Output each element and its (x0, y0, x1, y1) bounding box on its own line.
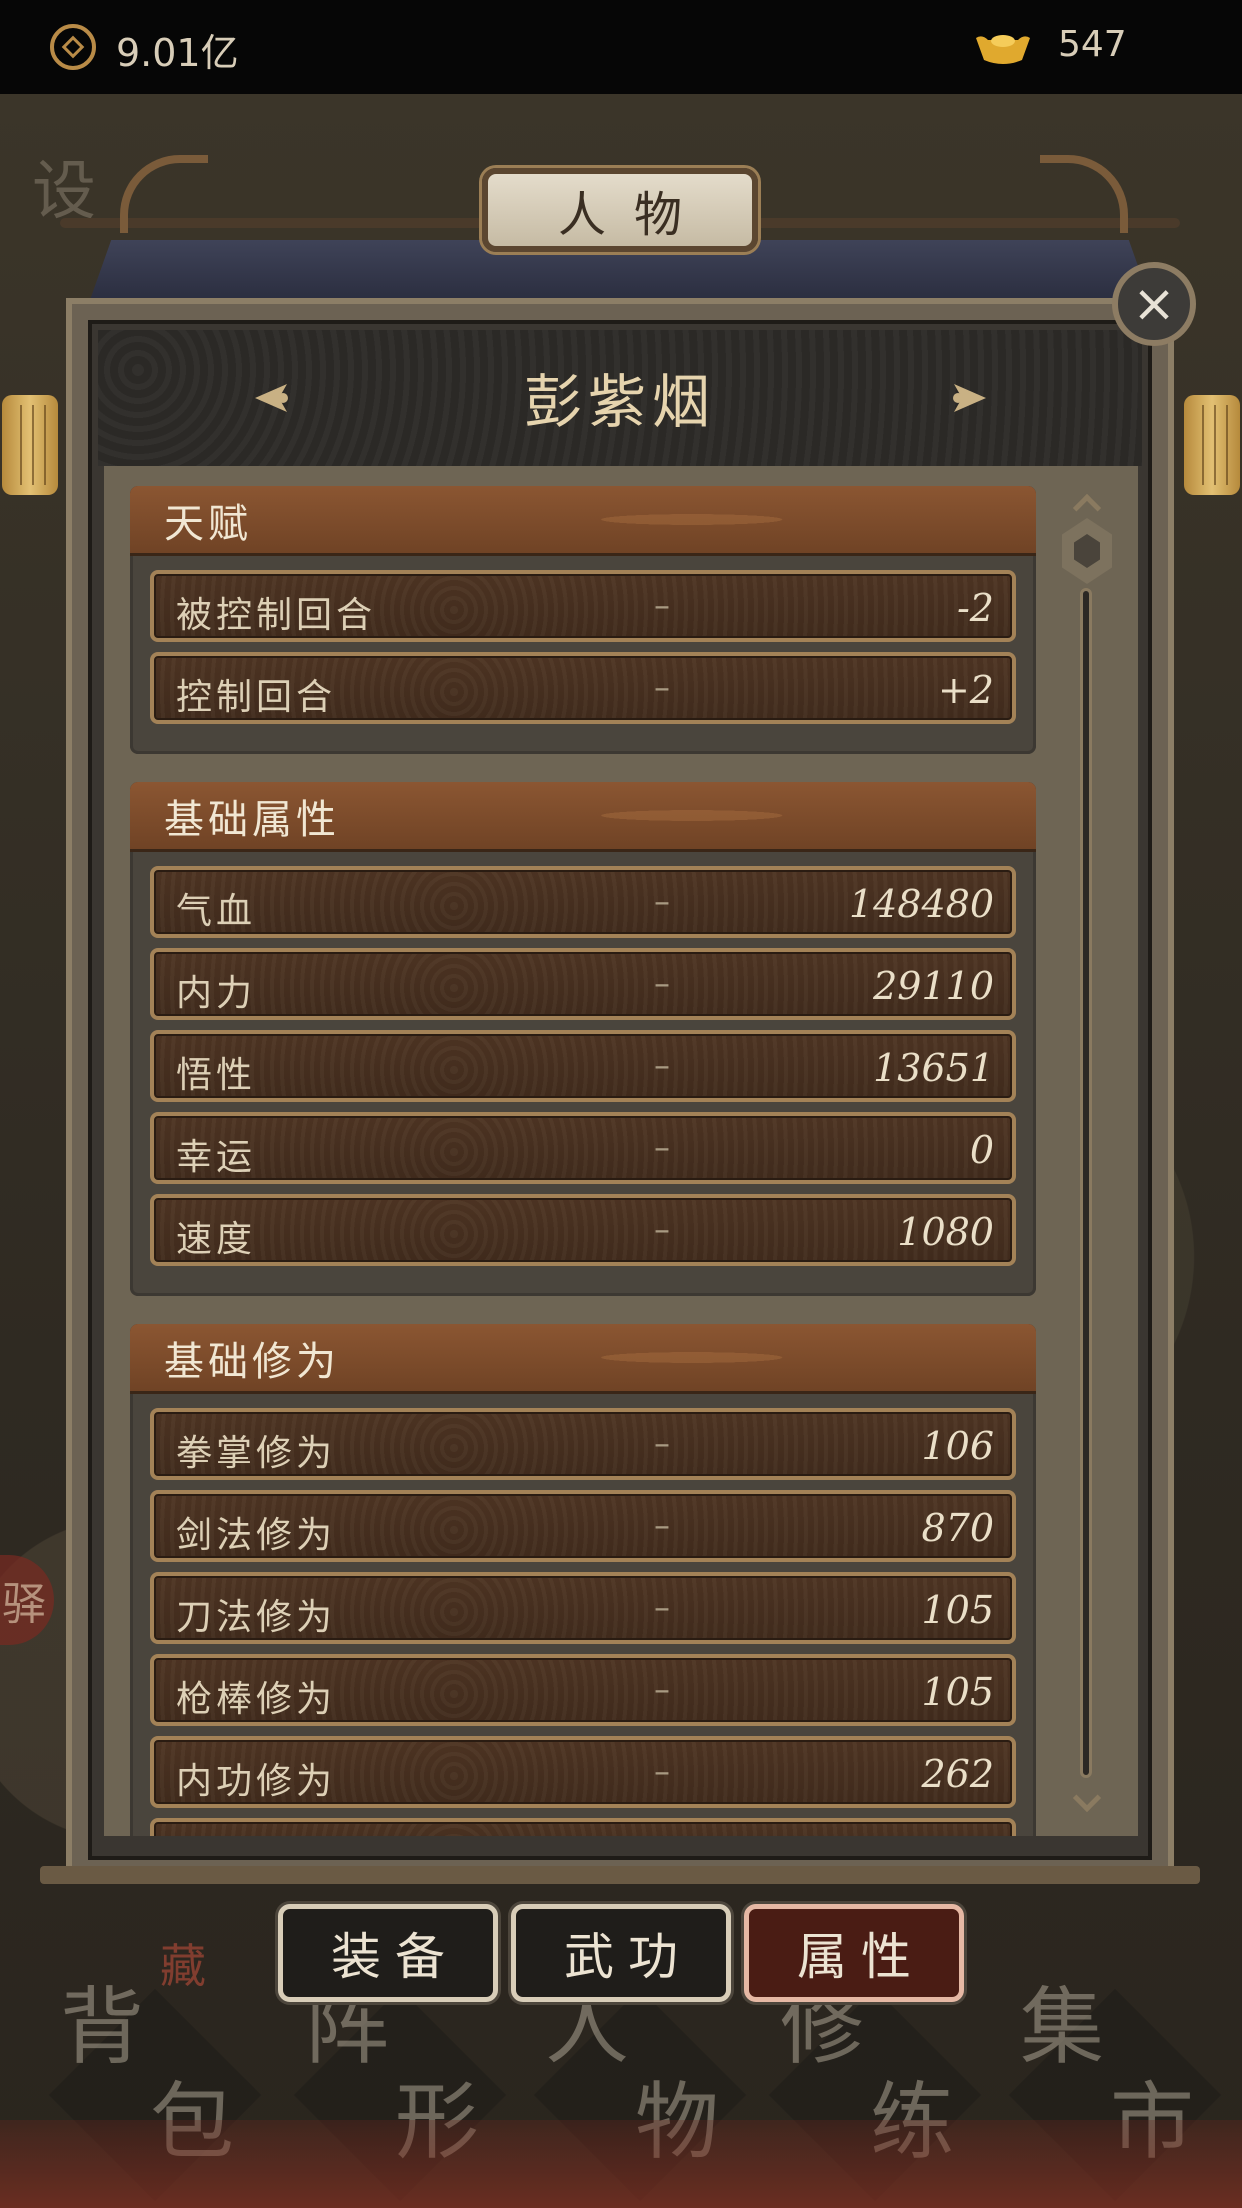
section-title: 基础属性 (164, 796, 340, 843)
map-red-seal: 驿 (0, 1555, 54, 1645)
attribute-value: 105 (921, 1670, 994, 1714)
section-header-talent: 天赋 (130, 486, 1036, 556)
attribute-dash: – (654, 1128, 670, 1166)
attribute-list[interactable]: 天赋 被控制回合 – -2 控制回合 – +2 基础属性 气血 – 148480… (130, 486, 1094, 1836)
attribute-row: 控制回合 – +2 (150, 652, 1016, 724)
attribute-label: 幸运 (176, 1137, 257, 1178)
attribute-dash: – (654, 1752, 670, 1790)
section-talent: 天赋 被控制回合 – -2 控制回合 – +2 (130, 486, 1036, 754)
attribute-label: 气血 (176, 891, 257, 932)
attribute-dash: – (654, 1506, 670, 1544)
tab-equipment[interactable]: 装备 (278, 1904, 498, 2002)
attribute-row-partial (150, 1818, 1016, 1836)
attribute-dash: – (654, 668, 670, 706)
next-character-arrow-icon[interactable] (938, 380, 988, 416)
attribute-value: 262 (921, 1752, 994, 1796)
lantern-icon (2, 395, 58, 495)
attribute-row: 幸运 – 0 (150, 1112, 1016, 1184)
attribute-dash: – (654, 1210, 670, 1248)
attribute-value: 29110 (873, 964, 994, 1008)
close-icon: × (1132, 274, 1176, 334)
attribute-list-area: 天赋 被控制回合 – -2 控制回合 – +2 基础属性 气血 – 148480… (104, 466, 1138, 1836)
attribute-value: 106 (921, 1424, 994, 1468)
attribute-row: 内力 – 29110 (150, 948, 1016, 1020)
scroll-down-icon (1072, 1783, 1102, 1813)
nav-backpack-char1: 背 (60, 1978, 145, 2076)
attribute-row: 气血 – 148480 (150, 866, 1016, 938)
attribute-dash: – (654, 1424, 670, 1462)
attribute-row: 枪棒修为 – 105 (150, 1654, 1016, 1726)
attribute-label: 枪棒修为 (176, 1679, 337, 1720)
attribute-label: 悟性 (176, 1055, 257, 1096)
attribute-value: +2 (937, 668, 994, 712)
attribute-label: 内力 (176, 973, 257, 1014)
tab-equipment-label: 装备 (331, 1928, 459, 1986)
lantern-icon (1184, 395, 1240, 495)
attribute-label: 拳掌修为 (176, 1433, 337, 1474)
attribute-dash: – (654, 1046, 670, 1084)
scroll-thumb[interactable] (1062, 518, 1112, 584)
character-name-bar: 彭紫烟 (98, 330, 1142, 466)
coin-icon (50, 24, 96, 70)
scroll-track[interactable] (1080, 588, 1092, 1778)
attribute-row: 内功修为 – 262 (150, 1736, 1016, 1808)
close-button[interactable]: × (1112, 262, 1196, 346)
scrollbar[interactable] (1062, 493, 1112, 1828)
gold-ingot-icon (976, 35, 1030, 64)
attribute-value: 148480 (848, 882, 994, 926)
attribute-value: 870 (921, 1506, 994, 1550)
panel-title-plaque: 人物 (482, 168, 758, 252)
tab-martial-arts-label: 武功 (564, 1928, 692, 1986)
section-title: 基础修为 (164, 1338, 340, 1385)
attribute-value: 1080 (897, 1210, 994, 1254)
attribute-label: 控制回合 (176, 677, 337, 718)
attribute-label: 剑法修为 (176, 1515, 337, 1556)
attribute-row: 速度 – 1080 (150, 1194, 1016, 1266)
map-seal-label: 驿 (2, 1579, 46, 1630)
scroll-up-icon (1072, 493, 1102, 523)
section-header-base-cultivation: 基础修为 (130, 1324, 1036, 1394)
panel-title: 人物 (557, 187, 710, 243)
status-bar: 9.01亿 547 (0, 0, 1242, 94)
attribute-value: 0 (969, 1128, 994, 1172)
section-base-attributes: 基础属性 气血 – 148480 内力 – 29110 悟性 – 13651 幸… (130, 782, 1036, 1296)
section-title: 天赋 (164, 500, 252, 547)
bottom-clouds (0, 2120, 1242, 2208)
attribute-value: 13651 (873, 1046, 994, 1090)
storage-label: 藏 (160, 1939, 206, 1993)
attribute-value: -2 (956, 586, 994, 630)
attribute-dash: – (654, 964, 670, 1002)
attribute-label: 被控制回合 (176, 595, 377, 636)
nav-market-char1: 集 (1020, 1978, 1105, 2076)
tab-martial-arts[interactable]: 武功 (511, 1904, 731, 2002)
section-base-cultivation: 基础修为 拳掌修为 – 106 剑法修为 – 870 刀法修为 – 105 枪棒… (130, 1324, 1036, 1836)
tab-attributes[interactable]: 属性 (744, 1904, 964, 2002)
attribute-row: 悟性 – 13651 (150, 1030, 1016, 1102)
attribute-row: 被控制回合 – -2 (150, 570, 1016, 642)
attribute-dash: – (654, 586, 670, 624)
attribute-dash: – (654, 1670, 670, 1708)
attribute-dash: – (654, 882, 670, 920)
attribute-label: 内功修为 (176, 1761, 337, 1802)
tab-attributes-label: 属性 (797, 1928, 925, 1986)
section-header-base-attributes: 基础属性 (130, 782, 1036, 852)
attribute-row: 拳掌修为 – 106 (150, 1408, 1016, 1480)
attribute-label: 速度 (176, 1219, 257, 1260)
attribute-row: 剑法修为 – 870 (150, 1490, 1016, 1562)
panel-base (40, 1866, 1200, 1884)
attribute-dash: – (654, 1588, 670, 1626)
attribute-value: 105 (921, 1588, 994, 1632)
attribute-row: 刀法修为 – 105 (150, 1572, 1016, 1644)
attribute-label: 刀法修为 (176, 1597, 337, 1638)
coin-value: 9.01亿 (116, 31, 239, 75)
ingot-value: 547 (1058, 24, 1127, 65)
